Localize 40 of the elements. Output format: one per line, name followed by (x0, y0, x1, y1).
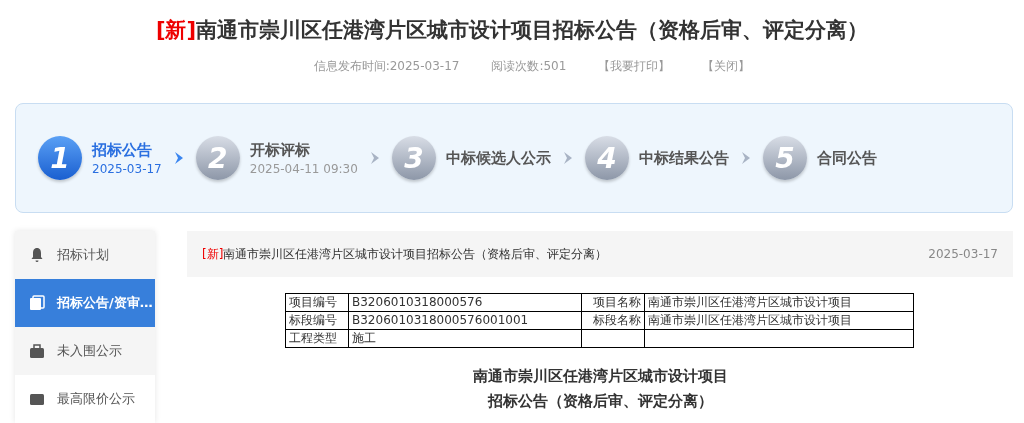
bell-icon (29, 247, 45, 263)
step-number: 3 (391, 136, 436, 180)
step-number: 2 (195, 136, 240, 180)
step-label: 中标结果公告 (638, 148, 729, 168)
step-label: 合同公告 (816, 148, 877, 168)
publish-date: 信息发布时间:2025-03-17 (313, 58, 460, 75)
chevron-icon (369, 151, 380, 165)
chevron-icon (562, 151, 573, 165)
step-number: 1 (38, 136, 82, 180)
table-cell: B3206010318000576001001 (348, 311, 582, 330)
table-cell: 南通市崇川区任港湾片区城市设计项目 (644, 311, 914, 330)
document-heading: 南通市崇川区任港湾片区城市设计项目 (471, 366, 729, 387)
chevron-icon (740, 151, 751, 165)
sidebar-item[interactable]: 未入围公示 (15, 327, 155, 375)
table-cell: 项目名称 (581, 293, 645, 312)
document-icon (29, 295, 45, 311)
table-cell: 南通市崇川区任港湾片区城市设计项目 (644, 293, 914, 312)
page-title: [新]南通市崇川区任港湾片区城市设计项目招标公告（资格后审、评定分离） (154, 17, 870, 44)
sidebar-item[interactable]: 最高限价公示 (15, 375, 155, 423)
table-cell: 标段名称 (581, 311, 645, 330)
sidebar-item[interactable]: 招标公告/资审… (15, 279, 155, 327)
step-label: 开标评标 (249, 140, 311, 160)
briefcase-icon (29, 343, 45, 359)
table-cell: 项目编号 (285, 293, 349, 312)
step-date: 2025-04-11 09:30 (249, 161, 358, 176)
table-cell: B3206010318000576 (348, 293, 582, 312)
table-cell: 标段编号 (285, 311, 349, 330)
table-cell: 工程类型 (285, 329, 349, 348)
step-date: 2025-03-17 (92, 161, 162, 176)
article-date: 2025-03-17 (928, 247, 998, 261)
step-label: 中标候选人公示 (445, 148, 551, 168)
view-count: 阅读次数:501 (491, 58, 567, 75)
document-heading: 招标公告（资格后审、评定分离） (486, 391, 714, 412)
step-label: 招标公告 (92, 140, 153, 160)
sidebar-item[interactable]: 招标计划 (15, 231, 155, 279)
table-cell: 施工 (348, 329, 582, 348)
article-title[interactable]: [新]南通市崇川区任港湾片区城市设计项目招标公告（资格后审、评定分离） (202, 245, 608, 263)
step-number: 5 (762, 136, 807, 180)
chevron-icon (173, 151, 184, 165)
step-number: 4 (584, 136, 629, 180)
